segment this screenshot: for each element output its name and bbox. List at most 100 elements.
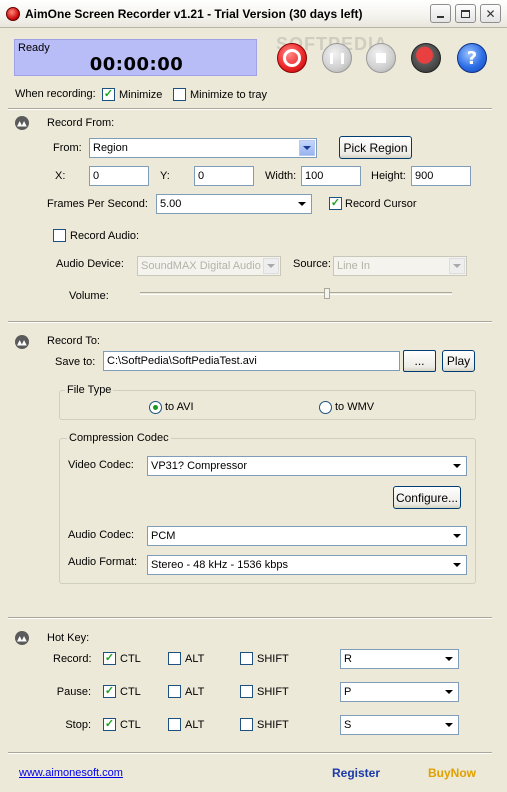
minimize-window-button[interactable] bbox=[430, 4, 451, 23]
hotkey-key-value: S bbox=[344, 719, 352, 731]
ctl-label: CTL bbox=[120, 686, 141, 698]
hotkey-stop-shift-checkbox[interactable] bbox=[240, 718, 253, 731]
window-title: AimOne Screen Recorder v1.21 - Trial Ver… bbox=[25, 7, 363, 21]
record-to-header: Record To: bbox=[47, 335, 100, 347]
height-label: Height: bbox=[371, 170, 406, 182]
height-field[interactable]: 900 bbox=[411, 166, 471, 186]
volume-slider-thumb[interactable] bbox=[324, 288, 330, 299]
shift-label: SHIFT bbox=[257, 653, 289, 665]
record-audio-label: Record Audio: bbox=[70, 230, 140, 242]
hotkey-pause-key-select[interactable]: P bbox=[340, 682, 459, 702]
maximize-icon bbox=[461, 9, 470, 18]
fps-select[interactable]: 5.00 bbox=[156, 194, 312, 214]
audio-format-select[interactable]: Stereo - 48 kHz - 1536 kbps bbox=[147, 555, 467, 575]
alt-label: ALT bbox=[185, 653, 205, 665]
y-field[interactable]: 0 bbox=[194, 166, 254, 186]
hotkey-stop-alt-checkbox[interactable] bbox=[168, 718, 181, 731]
hotkey-record-shift-checkbox[interactable] bbox=[240, 652, 253, 665]
when-recording-label: When recording: bbox=[15, 88, 96, 100]
collapse-record-to-icon[interactable]: ▼▼ bbox=[15, 335, 29, 349]
audio-codec-label: Audio Codec: bbox=[68, 529, 135, 541]
save-to-field[interactable]: C:\SoftPedia\SoftPediaTest.avi bbox=[103, 351, 400, 371]
record-from-header: Record From: bbox=[47, 117, 115, 129]
collapse-hotkey-icon[interactable]: ▼▼ bbox=[15, 631, 29, 645]
record-dot-button[interactable] bbox=[411, 43, 441, 73]
hotkey-stop-key-select[interactable]: S bbox=[340, 715, 459, 735]
chevron-down-icon bbox=[449, 557, 465, 573]
status-text: Ready bbox=[18, 42, 50, 54]
chevron-down-icon bbox=[441, 717, 457, 733]
alt-label: ALT bbox=[185, 686, 205, 698]
record-audio-checkbox[interactable] bbox=[53, 229, 66, 242]
shift-label: SHIFT bbox=[257, 719, 289, 731]
minimize-icon bbox=[437, 15, 444, 18]
help-icon: ? bbox=[466, 47, 478, 69]
close-window-button[interactable]: ✕ bbox=[480, 4, 501, 23]
audio-codec-select[interactable]: PCM bbox=[147, 526, 467, 546]
to-avi-radio[interactable] bbox=[149, 401, 162, 414]
record-cursor-label: Record Cursor bbox=[345, 198, 417, 210]
chevron-down-icon bbox=[449, 528, 465, 544]
to-wmv-radio[interactable] bbox=[319, 401, 332, 414]
hotkey-pause-ctl-checkbox[interactable]: ✓ bbox=[103, 685, 116, 698]
status-panel: Ready 00:00:00 bbox=[14, 39, 257, 76]
y-label: Y: bbox=[160, 170, 170, 182]
stop-button[interactable] bbox=[366, 43, 396, 73]
chevron-down-icon bbox=[449, 258, 465, 274]
volume-slider-track[interactable] bbox=[140, 292, 452, 295]
x-field[interactable]: 0 bbox=[89, 166, 149, 186]
minimize-checkbox[interactable]: ✓ bbox=[102, 88, 115, 101]
ctl-label: CTL bbox=[120, 719, 141, 731]
hotkey-pause-shift-checkbox[interactable] bbox=[240, 685, 253, 698]
x-label: X: bbox=[55, 170, 66, 182]
hotkey-stop-ctl-checkbox[interactable]: ✓ bbox=[103, 718, 116, 731]
separator bbox=[8, 321, 492, 323]
browse-button[interactable]: ... bbox=[403, 350, 436, 372]
hotkey-key-value: P bbox=[344, 686, 352, 698]
file-type-title: File Type bbox=[65, 384, 114, 396]
video-codec-select[interactable]: VP31? Compressor bbox=[147, 456, 467, 476]
chevron-down-icon bbox=[441, 651, 457, 667]
hotkey-pause-alt-checkbox[interactable] bbox=[168, 685, 181, 698]
hotkey-record-ctl-checkbox[interactable]: ✓ bbox=[103, 652, 116, 665]
record-button[interactable] bbox=[277, 43, 307, 73]
minimize-label: Minimize bbox=[119, 89, 163, 101]
file-type-group bbox=[59, 390, 476, 420]
minimize-to-tray-checkbox[interactable] bbox=[173, 88, 186, 101]
alt-label: ALT bbox=[185, 719, 205, 731]
collapse-record-from-icon[interactable]: ▼▼ bbox=[15, 116, 29, 130]
hotkey-record-key-select[interactable]: R bbox=[340, 649, 459, 669]
hotkey-header: Hot Key: bbox=[47, 632, 90, 644]
from-label: From: bbox=[53, 142, 82, 154]
source-select[interactable]: Line In bbox=[333, 256, 467, 276]
audio-device-value: SoundMAX Digital Audio bbox=[141, 260, 261, 272]
ctl-label: CTL bbox=[120, 653, 141, 665]
title-bar[interactable]: AimOne Screen Recorder v1.21 - Trial Ver… bbox=[0, 0, 507, 28]
elapsed-timer: 00:00:00 bbox=[89, 54, 184, 75]
buy-now-link[interactable]: BuyNow bbox=[428, 766, 476, 780]
video-codec-label: Video Codec: bbox=[68, 459, 134, 471]
website-link[interactable]: www.aimonesoft.com bbox=[19, 767, 123, 779]
compression-codec-title: Compression Codec bbox=[67, 432, 171, 444]
pick-region-button[interactable]: Pick Region bbox=[339, 136, 412, 159]
play-button[interactable]: Play bbox=[442, 350, 475, 372]
fps-label: Frames Per Second: bbox=[47, 198, 148, 210]
maximize-window-button[interactable] bbox=[455, 4, 476, 23]
hotkey-record-alt-checkbox[interactable] bbox=[168, 652, 181, 665]
save-to-label: Save to: bbox=[55, 356, 96, 368]
to-avi-label: to AVI bbox=[165, 401, 194, 413]
audio-codec-value: PCM bbox=[151, 530, 176, 542]
audio-format-value: Stereo - 48 kHz - 1536 kbps bbox=[151, 559, 288, 571]
video-codec-value: VP31? Compressor bbox=[151, 460, 247, 472]
audio-device-select[interactable]: SoundMAX Digital Audio bbox=[137, 256, 281, 276]
from-select[interactable]: Region bbox=[89, 138, 317, 158]
to-wmv-label: to WMV bbox=[335, 401, 375, 413]
help-button[interactable]: ? bbox=[457, 43, 487, 73]
register-link[interactable]: Register bbox=[332, 766, 380, 780]
record-cursor-checkbox[interactable]: ✓ bbox=[329, 197, 342, 210]
width-field[interactable]: 100 bbox=[301, 166, 361, 186]
configure-button[interactable]: Configure... bbox=[393, 486, 461, 509]
pause-button[interactable] bbox=[322, 43, 352, 73]
separator bbox=[8, 617, 492, 619]
app-record-icon bbox=[6, 7, 20, 21]
